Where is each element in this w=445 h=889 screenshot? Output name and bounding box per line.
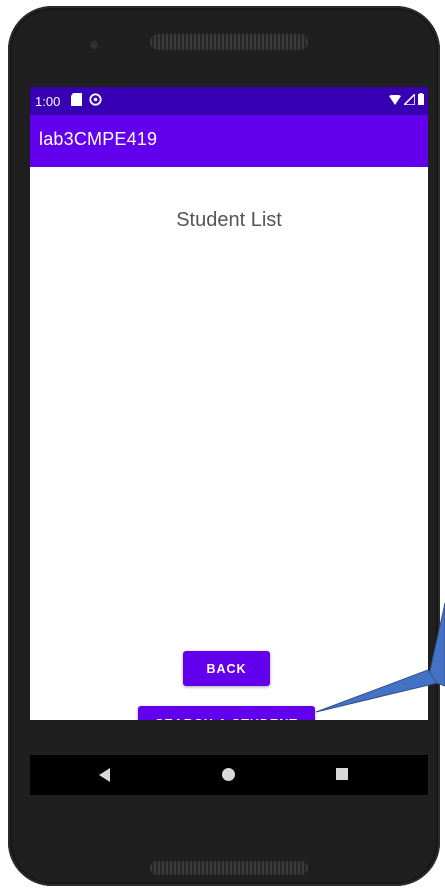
- app-bar: lab3CMPE419: [30, 115, 428, 167]
- status-bar: 1:00: [30, 87, 428, 115]
- page-title: Student List: [176, 209, 282, 231]
- battery-icon: [418, 93, 424, 108]
- device-screen: 1:00 lab3CMPE419 Student List BACK: [30, 87, 428, 720]
- signal-icon: [402, 92, 416, 108]
- front-camera-icon: [90, 41, 98, 49]
- search-student-button[interactable]: SEARCH A STUDENT: [138, 706, 315, 720]
- sync-icon: [89, 93, 102, 109]
- recents-nav-icon[interactable]: [336, 768, 348, 780]
- bottom-speaker: [150, 861, 308, 875]
- home-nav-icon[interactable]: [222, 768, 235, 781]
- back-button[interactable]: BACK: [183, 651, 270, 686]
- earpiece-speaker: [150, 34, 308, 50]
- status-time: 1:00: [35, 94, 61, 109]
- app-title: lab3CMPE419: [39, 129, 158, 149]
- back-nav-icon[interactable]: [99, 768, 110, 782]
- sd-card-icon: [71, 93, 82, 109]
- wifi-icon: [389, 93, 401, 108]
- navigation-bar: [30, 755, 428, 795]
- main-content: Student List BACK SEARCH A STUDENT: [30, 167, 428, 720]
- status-right-icons: [389, 92, 424, 108]
- emulator-stage: 1:00 lab3CMPE419 Student List BACK: [0, 0, 445, 889]
